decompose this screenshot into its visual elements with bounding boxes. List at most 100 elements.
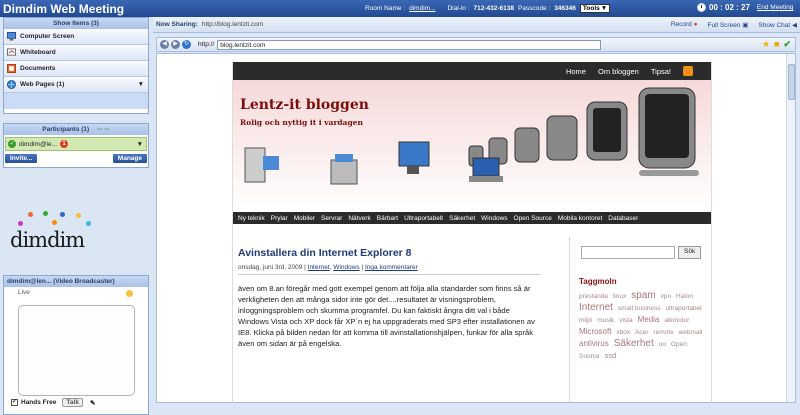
tag-link[interactable]: small business: [618, 305, 661, 312]
invite-button[interactable]: Invite...: [5, 154, 38, 163]
participants-panel: Participants (1) ⇦ ⇨ ✓ dimdim@le... 1 ▼ …: [3, 123, 149, 168]
nav-tips[interactable]: Tipsa!: [651, 67, 671, 76]
dialin-label: Dial-in :: [447, 5, 470, 12]
forward-icon[interactable]: ▶: [171, 40, 180, 49]
hands-free-row: ✓ Hands Free Talk ✎: [11, 398, 95, 407]
manage-button[interactable]: Manage: [112, 154, 147, 163]
video-panel: dimdim@len... (Video Broadcaster) Live ✓…: [3, 275, 149, 415]
items-panel-footer: [4, 93, 148, 109]
menu-item-label: Computer Screen: [20, 33, 75, 40]
tag-link[interactable]: prestanda: [579, 293, 608, 300]
arrow-left-icon[interactable]: ⇦: [97, 126, 102, 133]
rss-icon[interactable]: [683, 66, 693, 76]
laptop-icon: [469, 157, 503, 182]
check-icon[interactable]: ✔: [783, 39, 791, 50]
category-item[interactable]: Open Source: [514, 215, 552, 222]
monitor-icon: [7, 32, 16, 41]
address-input[interactable]: blog.lentzit.com: [217, 39, 602, 50]
blog-search: Sök: [581, 246, 707, 259]
tools-dropdown[interactable]: Tools ▼: [579, 4, 611, 13]
category-item[interactable]: Nätverk: [348, 215, 370, 222]
whiteboard-icon: [7, 48, 16, 56]
post-category-link[interactable]: Internet: [308, 264, 330, 271]
refresh-icon[interactable]: ↻: [182, 40, 191, 49]
room-name-label: Room Name :: [365, 5, 406, 12]
search-button[interactable]: Sök: [678, 246, 702, 259]
address-bar: http:// blog.lentzit.com: [198, 39, 602, 50]
participant-row[interactable]: ✓ dimdim@le... 1 ▼: [5, 137, 147, 151]
tag-link[interactable]: Media: [638, 315, 660, 324]
blog-header: Lentz-it bloggen Rolig och nyttig it i v…: [233, 80, 711, 212]
tag-link[interactable]: musik: [597, 317, 614, 324]
lock-icon[interactable]: ■: [774, 39, 779, 50]
record-button[interactable]: Record ●: [671, 21, 698, 29]
category-item[interactable]: Prylar: [271, 215, 288, 222]
menu-item-documents[interactable]: Documents: [4, 61, 148, 77]
tag-link[interactable]: uo: [659, 341, 666, 348]
tag-link[interactable]: alkmotor: [664, 317, 689, 324]
post-title[interactable]: Avinstallera din Internet Explorer 8: [238, 247, 540, 259]
microphone-icon[interactable]: ✎: [90, 399, 95, 407]
category-item[interactable]: Mobiler: [294, 215, 315, 222]
tag-link[interactable]: spam: [631, 290, 655, 301]
tag-link[interactable]: vista: [619, 317, 632, 324]
post-comments-link[interactable]: Inga kommentarer: [365, 264, 418, 271]
tag-link[interactable]: Halon: [676, 293, 693, 300]
tag-link[interactable]: ssd: [605, 351, 617, 360]
tag-link[interactable]: remote: [653, 329, 673, 336]
meeting-timer: 00 : 02 : 27 End Meeting: [697, 3, 793, 12]
tag-link[interactable]: Acer: [635, 329, 648, 336]
end-meeting-link[interactable]: End Meeting: [757, 4, 794, 11]
show-chat-button[interactable]: Show Chat ◀: [758, 21, 797, 29]
tag-link[interactable]: vpn: [661, 293, 671, 300]
category-item[interactable]: Ultraportabelt: [404, 215, 443, 222]
documents-icon: [7, 64, 16, 73]
menu-item-web-pages[interactable]: Web Pages (1) ▼: [4, 77, 148, 93]
arrow-right-icon[interactable]: ⇨: [104, 126, 109, 133]
hands-free-checkbox[interactable]: ✓: [11, 399, 18, 406]
video-screen: [18, 305, 135, 396]
vertical-scrollbar[interactable]: [786, 54, 795, 402]
tag-link[interactable]: antivirus: [579, 339, 609, 348]
items-panel: Show Items (3) Computer Screen Whiteboar…: [3, 17, 149, 114]
scrollbar-thumb[interactable]: [788, 64, 795, 100]
category-item[interactable]: Säkerhet: [449, 215, 475, 222]
laptop-icon: [398, 141, 430, 174]
back-icon[interactable]: ◀: [160, 40, 169, 49]
category-item[interactable]: Databaser: [608, 215, 638, 222]
search-input[interactable]: [581, 246, 675, 259]
tag-link[interactable]: Microsoft: [579, 327, 611, 336]
talk-button[interactable]: Talk: [62, 398, 83, 407]
tag-link[interactable]: xbox: [616, 329, 630, 336]
room-name-link[interactable]: dimdim...: [409, 5, 435, 12]
menu-item-computer-screen[interactable]: Computer Screen: [4, 29, 148, 45]
category-item[interactable]: Windows: [481, 215, 507, 222]
tag-link[interactable]: ultraportabel: [665, 305, 701, 312]
post-body: även om 8.an föregår med gott exempel ge…: [238, 284, 535, 348]
blog-title: Lentz-it bloggen: [240, 97, 369, 113]
participant-actions: Invite... Manage: [4, 153, 148, 164]
nav-home[interactable]: Home: [566, 67, 586, 76]
tag-link[interactable]: miljö: [579, 317, 592, 324]
category-item[interactable]: Mobila kontoret: [558, 215, 602, 222]
category-item[interactable]: Bärbart: [377, 215, 398, 222]
star-icon[interactable]: ★: [762, 39, 770, 50]
category-item[interactable]: Ny teknik: [238, 215, 265, 222]
tag-link[interactable]: Internet: [579, 302, 613, 313]
sharing-bar: Now Sharing: http://blog.lentzit.com Rec…: [153, 17, 800, 33]
tag-link[interactable]: webmail: [679, 329, 703, 336]
chevron-down-icon[interactable]: ▼: [137, 141, 143, 148]
full-screen-button[interactable]: Full Screen ▣: [708, 21, 749, 29]
sharing-actions: Record ● Full Screen ▣ Show Chat ◀: [671, 21, 800, 29]
address-scheme: http://: [198, 41, 215, 48]
tag-link[interactable]: Säkerhet: [614, 338, 654, 349]
live-status-icon: [126, 290, 133, 297]
chevron-left-icon: ◀: [792, 21, 797, 29]
left-panel: Show Items (3) Computer Screen Whiteboar…: [0, 17, 152, 415]
menu-item-whiteboard[interactable]: Whiteboard: [4, 45, 148, 61]
post-category-link[interactable]: Windows: [333, 264, 359, 271]
nav-about[interactable]: Om bloggen: [598, 67, 639, 76]
tag-link[interactable]: linux: [613, 293, 626, 300]
participants-header: Participants (1) ⇦ ⇨: [4, 124, 148, 135]
category-item[interactable]: Servrar: [321, 215, 342, 222]
